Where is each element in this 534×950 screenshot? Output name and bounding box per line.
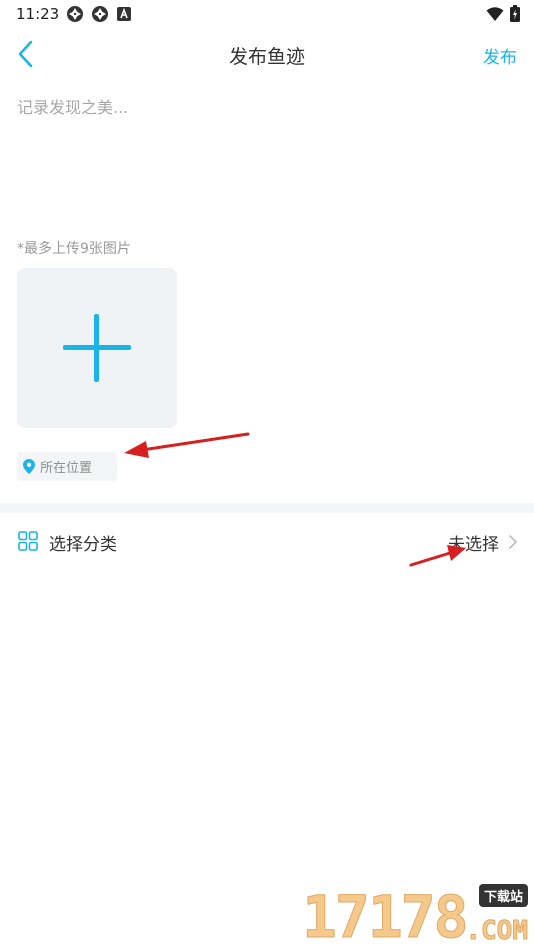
pinwheel-icon: [67, 6, 83, 22]
a-box-icon: [117, 7, 131, 21]
grid-icon: [18, 531, 38, 551]
status-time: 11:23: [16, 5, 60, 23]
watermark-domain: .COM: [465, 916, 529, 946]
location-pin-icon: [23, 459, 35, 474]
battery-charging-icon: [510, 5, 520, 22]
page-title: 发布鱼迹: [228, 46, 305, 68]
category-label: 选择分类: [49, 535, 117, 555]
status-icons-right: [486, 5, 520, 22]
watermark-logo: 17178 下载站 .COM: [302, 884, 530, 948]
publish-button[interactable]: 发布: [483, 43, 517, 68]
chevron-right-icon: [509, 535, 517, 549]
section-divider: [0, 503, 534, 513]
nav-bar: 发布鱼迹 发布: [0, 28, 534, 80]
watermark-badge: 下载站: [478, 884, 528, 907]
location-chip[interactable]: 所在位置: [17, 452, 117, 481]
wifi-icon: [486, 6, 504, 21]
watermark-number: 17178: [302, 883, 470, 950]
post-content-input[interactable]: [17, 94, 517, 224]
category-selector[interactable]: 选择分类 未选择: [0, 513, 534, 569]
status-bar: 11:23: [0, 0, 534, 28]
location-label: 所在位置: [40, 461, 93, 476]
category-value: 未选择: [448, 535, 499, 555]
upload-hint: *最多上传9张图片: [17, 241, 131, 257]
add-photo-button[interactable]: [17, 268, 177, 428]
status-icons-left: [66, 5, 132, 23]
pinwheel-icon: [92, 6, 108, 22]
annotation-arrow-location: [124, 432, 250, 458]
